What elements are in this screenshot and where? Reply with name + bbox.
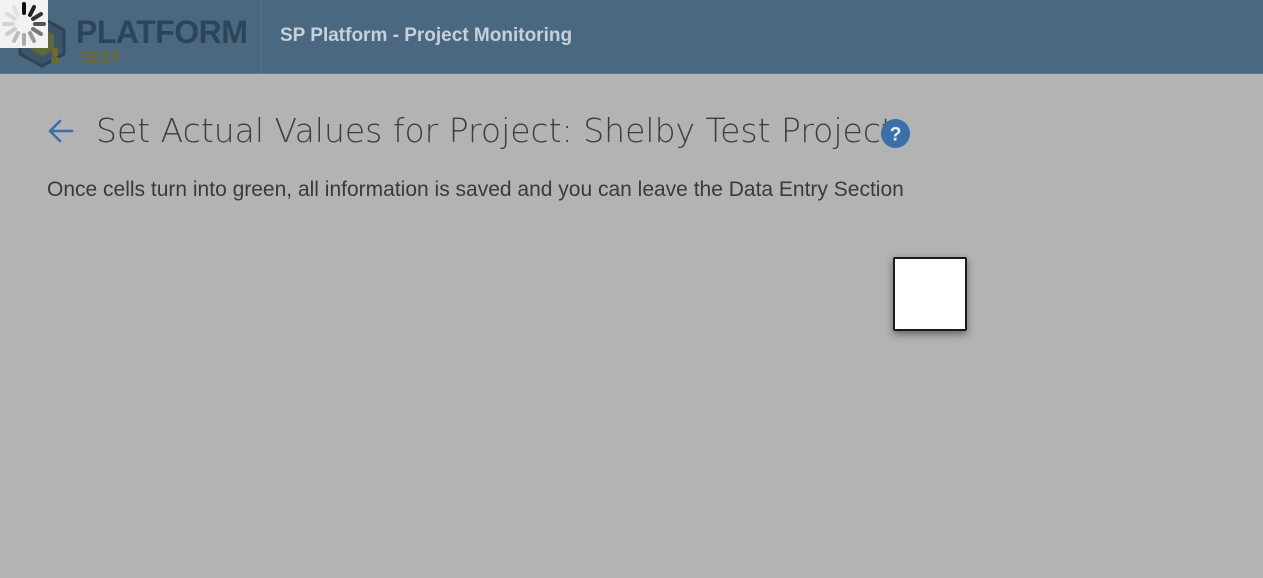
logo-wordmark: PLATFORM [76, 14, 248, 50]
page-instructions: Once cells turn into green, all informat… [47, 178, 904, 201]
loading-dialog [893, 257, 967, 331]
page-title: Set Actual Values for Project: Shelby Te… [96, 111, 894, 150]
svg-text:?: ? [890, 123, 902, 145]
top-header: PLATFORM TEST SP Platform - Project Moni… [0, 0, 1263, 74]
logo-environment-label: TEST [77, 48, 121, 67]
arrow-left-icon[interactable] [46, 116, 76, 146]
loading-spinner-icon [0, 0, 48, 48]
question-circle-icon[interactable]: ? [880, 118, 911, 149]
app-title: SP Platform - Project Monitoring [280, 25, 573, 46]
